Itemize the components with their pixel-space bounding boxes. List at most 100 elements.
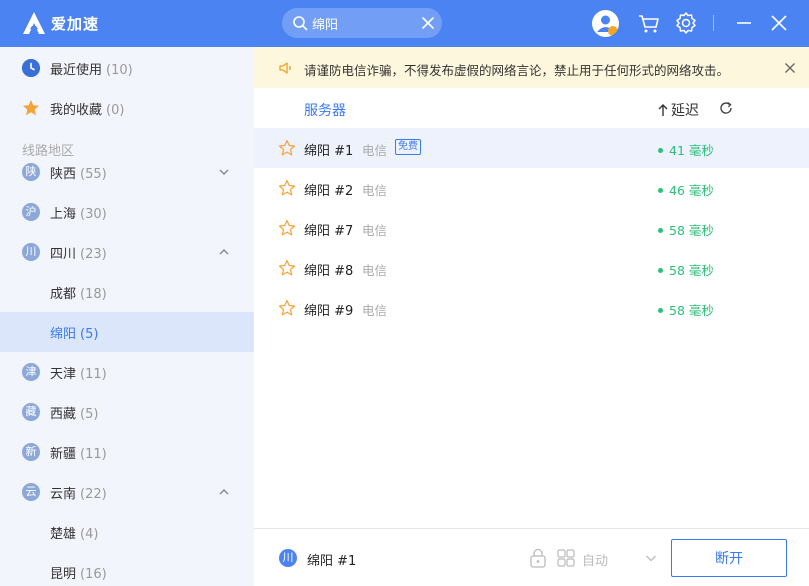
status-dot — [658, 228, 663, 233]
logo-icon — [23, 12, 45, 34]
refresh-icon[interactable] — [718, 100, 734, 116]
star-icon — [23, 100, 39, 116]
chevron-up-icon[interactable] — [218, 246, 230, 258]
speaker-icon — [279, 62, 291, 74]
sidebar-item-favorites[interactable]: 我的收藏 (0) — [0, 88, 254, 128]
sidebar-item-label: 陕西 (55) — [50, 166, 107, 182]
server-row[interactable]: 绵阳 #7 电信 58 毫秒 — [254, 208, 809, 248]
minimize-icon[interactable] — [731, 10, 757, 36]
settings-icon[interactable] — [673, 10, 699, 36]
sidebar-item-label: 绵阳 (5) — [50, 326, 99, 342]
title-bar: 爱加速 — [0, 0, 809, 47]
app-logo: 爱加速 — [22, 11, 99, 35]
app-name: 爱加速 — [51, 14, 100, 33]
avatar-icon — [592, 10, 619, 37]
region-badge: 川 — [279, 549, 297, 567]
region-icon: 陕 — [22, 163, 40, 181]
mode-select[interactable]: 自动 — [582, 550, 608, 569]
server-ping: 58 毫秒 — [658, 220, 714, 239]
notice-text: 请谨防电信诈骗，不得发布虚假的网络言论，禁止用于任何形式的网络攻击。 — [304, 63, 730, 78]
header-divider — [713, 15, 714, 31]
server-isp: 电信 — [362, 143, 388, 158]
server-ping: 46 毫秒 — [658, 180, 714, 199]
column-server[interactable]: 服务器 — [304, 100, 346, 120]
sidebar: 最近使用 (10) 我的收藏 (0) 线路地区 陕 陕西 (55) 沪 上海 (30) … — [0, 47, 254, 586]
lock-icon[interactable] — [529, 548, 547, 568]
sidebar-item-label: 天津 (11) — [50, 366, 107, 382]
server-row[interactable]: 绵阳 #2 电信 46 毫秒 — [254, 168, 809, 208]
sidebar-item-label: 上海 (30) — [50, 206, 107, 222]
sidebar-item-label: 新疆 (11) — [50, 446, 107, 462]
chevron-down-icon[interactable] — [218, 166, 230, 178]
sidebar-item-label: 西藏 (5) — [50, 406, 99, 422]
search-input[interactable] — [312, 13, 412, 33]
region-icon: 沪 — [22, 203, 40, 221]
sidebar-item-region[interactable]: 藏 西藏 (5) — [0, 392, 254, 432]
star-outline-icon[interactable] — [278, 299, 296, 317]
connection-bar: 川 绵阳 #1 自动 断开 — [254, 528, 809, 586]
close-icon[interactable] — [766, 10, 792, 36]
search-box[interactable] — [282, 8, 442, 38]
disconnect-button[interactable]: 断开 — [671, 539, 787, 577]
search-icon — [293, 16, 308, 31]
server-isp: 电信 — [362, 223, 388, 238]
free-badge: 免费 — [395, 139, 421, 155]
cart-icon[interactable] — [636, 10, 662, 36]
chevron-down-icon[interactable] — [645, 553, 657, 563]
region-icon: 藏 — [22, 403, 40, 421]
server-row-selected[interactable]: 绵阳 #1 电信 免费 41 毫秒 — [254, 128, 809, 168]
sidebar-subitem-city-selected[interactable]: 绵阳 (5) — [0, 312, 254, 352]
server-ping: 58 毫秒 — [658, 260, 714, 279]
star-outline-icon[interactable] — [278, 219, 296, 237]
sidebar-item-region[interactable]: 新 新疆 (11) — [0, 432, 254, 472]
region-icon: 新 — [22, 443, 40, 461]
sidebar-item-region[interactable]: 川 四川 (23) — [0, 232, 254, 272]
sidebar-item-label: 四川 (23) — [50, 246, 107, 262]
status-dot — [658, 148, 663, 153]
sidebar-item-label: 成都 (18) — [50, 286, 107, 302]
clear-search-icon[interactable] — [421, 16, 435, 30]
server-isp: 电信 — [362, 303, 388, 318]
sidebar-item-region[interactable]: 陕 陕西 (55) — [0, 152, 254, 192]
sidebar-item-label: 昆明 (16) — [50, 566, 107, 582]
sidebar-item-label: 楚雄 (4) — [50, 526, 99, 542]
region-icon: 云 — [22, 483, 40, 501]
current-server: 绵阳 #1 — [307, 554, 357, 569]
sidebar-subitem-city[interactable]: 昆明 (16) — [0, 552, 254, 586]
server-list-header: 服务器 延迟 — [254, 88, 809, 128]
star-outline-icon[interactable] — [278, 259, 296, 277]
server-row[interactable]: 绵阳 #8 电信 58 毫秒 — [254, 248, 809, 288]
server-name: 绵阳 #2 — [304, 184, 354, 199]
star-outline-icon[interactable] — [278, 139, 296, 157]
mode-grid-icon — [557, 549, 575, 567]
sidebar-item-region[interactable]: 云 云南 (22) — [0, 472, 254, 512]
chevron-up-icon[interactable] — [218, 486, 230, 498]
column-latency: 延迟 — [671, 103, 699, 119]
sidebar-subitem-city[interactable]: 成都 (18) — [0, 272, 254, 312]
status-dot — [658, 268, 663, 273]
close-notice-icon[interactable] — [784, 62, 796, 74]
arrow-up-icon — [658, 104, 668, 116]
server-ping: 41 毫秒 — [658, 140, 714, 159]
sidebar-item-region[interactable]: 津 天津 (11) — [0, 352, 254, 392]
server-ping: 58 毫秒 — [658, 300, 714, 319]
region-icon: 川 — [22, 243, 40, 261]
sidebar-item-recent[interactable]: 最近使用 (10) — [0, 48, 254, 88]
user-avatar[interactable] — [592, 10, 619, 37]
status-dot — [658, 308, 663, 313]
sidebar-item-label: 云南 (22) — [50, 486, 107, 502]
sidebar-item-label: 我的收藏 (0) — [50, 102, 125, 118]
server-name: 绵阳 #1 — [304, 144, 354, 159]
server-row[interactable]: 绵阳 #9 电信 58 毫秒 — [254, 288, 809, 328]
server-isp: 电信 — [362, 183, 388, 198]
status-dot — [658, 188, 663, 193]
clock-icon — [22, 59, 40, 77]
server-name: 绵阳 #9 — [304, 304, 354, 319]
server-isp: 电信 — [362, 263, 388, 278]
region-icon: 津 — [22, 363, 40, 381]
sidebar-subitem-city[interactable]: 楚雄 (4) — [0, 512, 254, 552]
sort-latency-button[interactable]: 延迟 — [657, 100, 699, 120]
star-outline-icon[interactable] — [278, 179, 296, 197]
server-name: 绵阳 #8 — [304, 264, 354, 279]
sidebar-item-region[interactable]: 沪 上海 (30) — [0, 192, 254, 232]
